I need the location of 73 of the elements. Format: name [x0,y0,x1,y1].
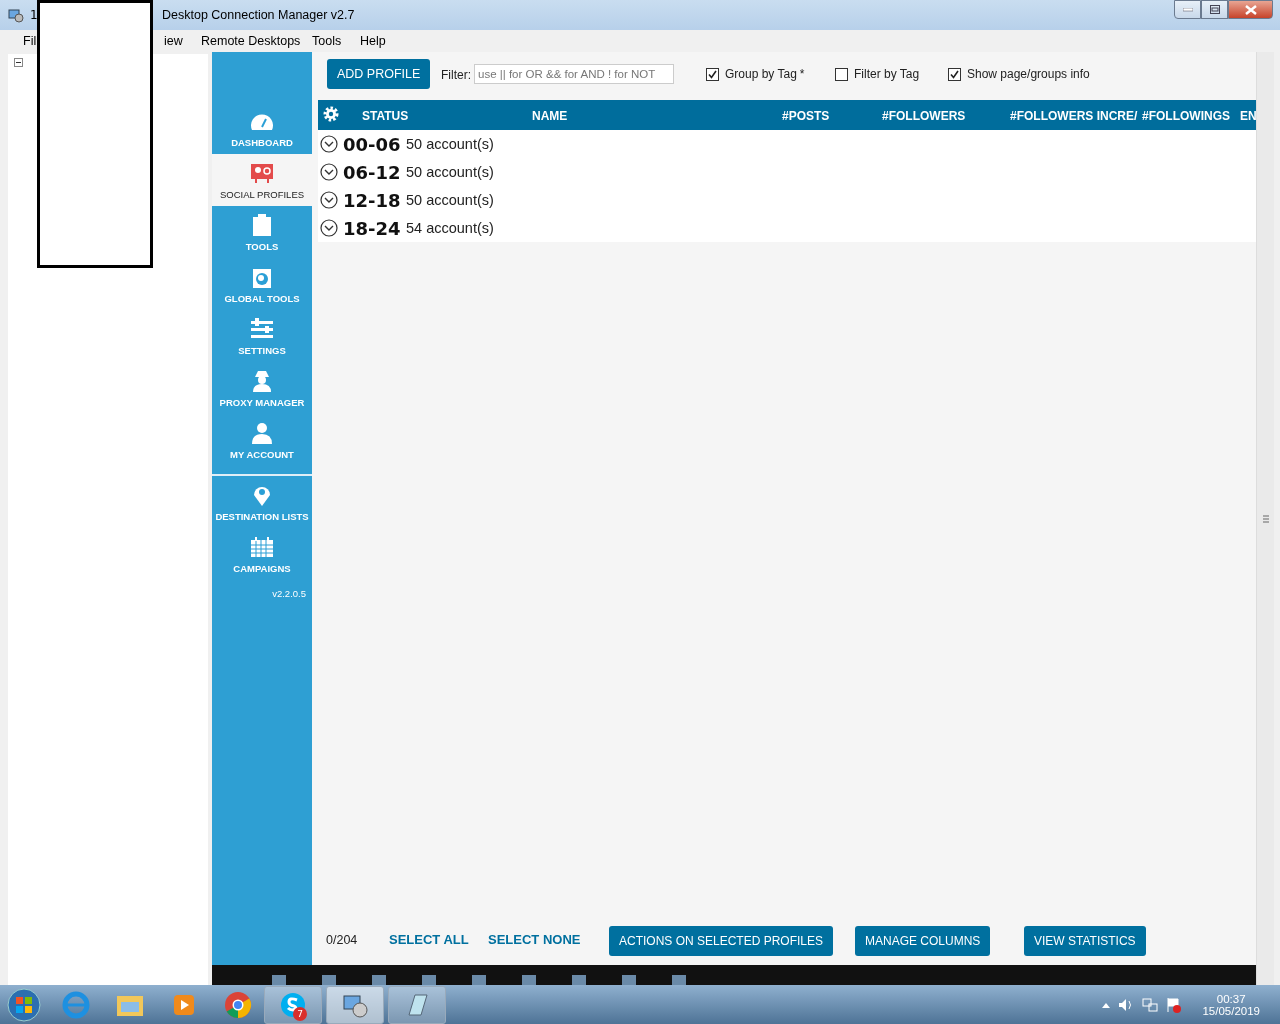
sidebar-item[interactable]: TOOLS [212,206,312,258]
selection-count: 0/204 [326,933,358,947]
column-header[interactable]: #POSTS [782,109,830,123]
action-button[interactable]: MANAGE COLUMNS [855,926,991,956]
checkbox[interactable]: Show page/groups info [948,67,1090,81]
minimize-icon [1182,7,1193,12]
window-title: Desktop Connection Manager v2.7 [162,8,355,22]
version-label: v2.2.0.5 [272,588,306,599]
expand-icon[interactable] [320,219,338,237]
window-title: 1 [30,8,39,22]
checkbox[interactable]: Filter by Tag [835,67,920,81]
close-button[interactable] [1228,0,1273,19]
globe-icon [250,266,274,288]
expand-icon[interactable] [320,191,338,209]
expand-icon[interactable] [320,135,338,153]
flag-icon[interactable] [1166,996,1183,1013]
show-hidden-icon[interactable] [1102,1001,1111,1008]
menu-item[interactable]: Remote Desktops [201,34,301,48]
clipboard-icon [250,214,274,236]
column-header[interactable]: STATUS [362,109,409,123]
sliders-icon [250,318,274,340]
group-count: 50 account(s) [406,164,494,180]
user-icon [250,422,274,444]
taskbar-button[interactable] [326,985,384,1024]
sidebar-item[interactable]: DASHBOARD [212,102,312,154]
action-button[interactable]: VIEW STATISTICS [1024,926,1146,956]
group-count: 50 account(s) [406,192,494,208]
menu-item[interactable]: Fil [23,34,37,48]
restore-icon [1209,5,1220,14]
close-icon [1244,4,1257,15]
column-header[interactable]: NAME [532,109,568,123]
column-header[interactable]: #FOLLOWERS INCRE/ [1010,109,1138,123]
chrome-icon[interactable] [223,989,253,1020]
settings-icon[interactable] [322,105,340,123]
sidebar-item[interactable]: SOCIAL PROFILES [212,154,312,206]
maximize-button[interactable] [1201,0,1228,19]
add-profile-button[interactable]: ADD PROFILE [327,59,431,89]
group-name: 00-06 [343,133,401,155]
taskbar-button[interactable] [388,985,446,1024]
profiles-icon [250,162,274,184]
select-link[interactable]: SELECT NONE [488,932,581,947]
filter-field[interactable]: use || for OR && for AND ! for NOT [474,64,674,84]
sidebar-item[interactable]: PROXY MANAGER [212,362,312,414]
sidebar-item[interactable]: CAMPAIGNS [212,528,312,580]
app-icon [8,7,24,23]
group-count: 50 account(s) [406,136,494,152]
group-name: 06-12 [343,161,401,183]
network-icon[interactable] [1142,997,1159,1012]
sidebar-item[interactable]: SETTINGS [212,310,312,362]
select-link[interactable]: SELECT ALL [389,932,469,947]
column-header[interactable]: #FOLLOWINGS [1142,109,1230,123]
grip-icon[interactable] [1262,514,1269,523]
column-header[interactable]: EN [1240,109,1257,123]
menu-item[interactable]: Help [360,34,386,48]
minimize-button[interactable] [1174,0,1201,19]
sidebar-item[interactable]: GLOBAL TOOLS [212,258,312,310]
taskbar-button[interactable]: 7 [264,985,322,1024]
sidebar-item[interactable]: MY ACCOUNT [212,414,312,466]
menu-item[interactable]: iew [164,34,183,48]
checkbox[interactable]: Group by Tag * [706,67,805,81]
start-button[interactable] [4,986,44,1023]
sidebar-item[interactable]: DESTINATION LISTS [212,476,312,528]
action-button[interactable]: ACTIONS ON SELECTED PROFILES [609,926,834,956]
clock[interactable]: 00:37 15/05/2019 [1202,992,1260,1017]
group-name: 12-18 [343,189,401,211]
group-name: 18-24 [343,217,401,239]
filter-label: Filter: [441,68,471,82]
group-count: 54 account(s) [406,220,494,236]
column-header[interactable]: #FOLLOWERS [882,109,966,123]
expand-icon[interactable] [320,163,338,181]
calendar-icon [250,536,274,558]
menu-item[interactable]: Tools [312,34,342,48]
expand-icon[interactable] [14,58,23,67]
